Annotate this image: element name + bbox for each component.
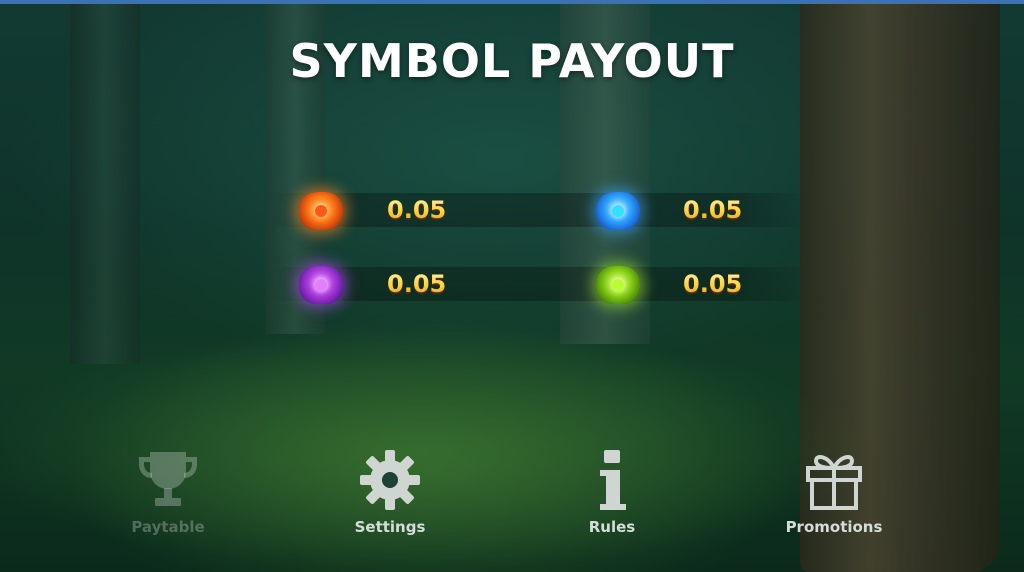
nav-promotions-button[interactable]: Promotions	[759, 448, 909, 536]
nav-rules-button[interactable]: Rules	[537, 448, 687, 536]
info-icon	[600, 450, 626, 510]
symbol-payout-value: 0.05	[683, 270, 743, 298]
symbol-payout-value: 0.05	[387, 270, 447, 298]
trophy-icon	[139, 452, 197, 506]
orange-gem-icon	[299, 192, 343, 230]
nav-settings-button[interactable]: Settings	[315, 448, 465, 536]
purple-gem-icon	[299, 266, 343, 304]
gear-icon	[360, 450, 420, 510]
blue-gem-icon	[596, 192, 640, 230]
gift-icon	[806, 454, 862, 510]
symbol-payout-value: 0.05	[683, 196, 743, 224]
nav-paytable-button[interactable]: Paytable	[93, 448, 243, 536]
nav-label: Settings	[354, 518, 426, 536]
page-title: SYMBOL PAYOUT	[289, 34, 735, 88]
nav-label: Promotions	[785, 518, 883, 536]
symbol-payout-value: 0.05	[387, 196, 447, 224]
nav-label: Rules	[588, 518, 636, 536]
green-gem-icon	[596, 266, 640, 304]
nav-label: Paytable	[131, 518, 205, 536]
